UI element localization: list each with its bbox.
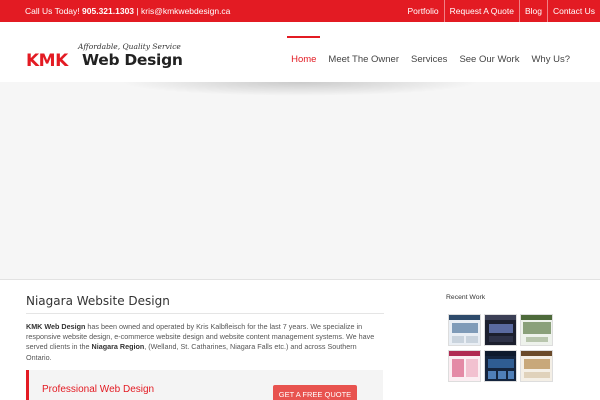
recent-work-thumb-6[interactable] — [520, 350, 553, 382]
logo-kmk: KMK — [26, 51, 68, 71]
recent-work-grid — [448, 314, 558, 382]
heading-divider — [26, 313, 384, 314]
top-link-contact[interactable]: Contact Us — [546, 0, 600, 22]
phone-number[interactable]: 905.321.1303 — [82, 6, 134, 16]
call-label: Call Us Today! — [25, 6, 80, 16]
recent-work-title: Recent Work — [446, 294, 486, 301]
main-content: Niagara Website Design KMK Web Design ha… — [0, 282, 600, 400]
page-heading: Niagara Website Design — [26, 294, 170, 308]
recent-work-thumb-3[interactable] — [520, 314, 553, 346]
intro-bold-region: Niagara Region — [91, 342, 145, 352]
hero-slider — [0, 82, 600, 280]
top-links: Portfolio Request A Quote Blog Contact U… — [402, 0, 600, 22]
intro-bold-company: KMK Web Design — [26, 322, 86, 331]
intro-paragraph: KMK Web Design has been owned and operat… — [26, 322, 382, 363]
site-logo[interactable]: Affordable, Quality Service KMK Web Desi… — [26, 42, 183, 72]
top-link-blog[interactable]: Blog — [518, 0, 547, 22]
recent-work-thumb-2[interactable] — [484, 314, 517, 346]
top-bar: Call Us Today! 905.321.1303 | kris@kmkwe… — [0, 0, 600, 22]
cta-box: Professional Web Design GET A FREE QUOTE — [26, 370, 383, 400]
top-link-request-quote[interactable]: Request A Quote — [443, 0, 519, 22]
nav-see-our-work[interactable]: See Our Work — [453, 36, 525, 65]
recent-work-thumb-4[interactable] — [448, 350, 481, 382]
get-free-quote-button[interactable]: GET A FREE QUOTE — [273, 385, 357, 400]
email-link[interactable]: kris@kmkwebdesign.ca — [141, 6, 230, 16]
site-header: Affordable, Quality Service KMK Web Desi… — [0, 22, 600, 82]
nav-services[interactable]: Services — [405, 36, 453, 65]
header-shadow — [120, 82, 480, 96]
top-link-portfolio[interactable]: Portfolio — [402, 0, 443, 22]
top-contact-info: Call Us Today! 905.321.1303 | kris@kmkwe… — [25, 6, 230, 16]
logo-web-design: Web Design — [82, 51, 183, 69]
recent-work-thumb-1[interactable] — [448, 314, 481, 346]
logo-tagline: Affordable, Quality Service — [78, 42, 181, 51]
nav-why-us[interactable]: Why Us? — [525, 36, 576, 65]
sidebar: Recent Work — [446, 294, 586, 382]
nav-meet-the-owner[interactable]: Meet The Owner — [322, 36, 405, 65]
contact-separator: | — [136, 6, 139, 16]
cta-title: Professional Web Design — [42, 384, 155, 395]
recent-work-thumb-5[interactable] — [484, 350, 517, 382]
main-nav: Home Meet The Owner Services See Our Wor… — [285, 36, 576, 65]
nav-home[interactable]: Home — [285, 36, 322, 65]
